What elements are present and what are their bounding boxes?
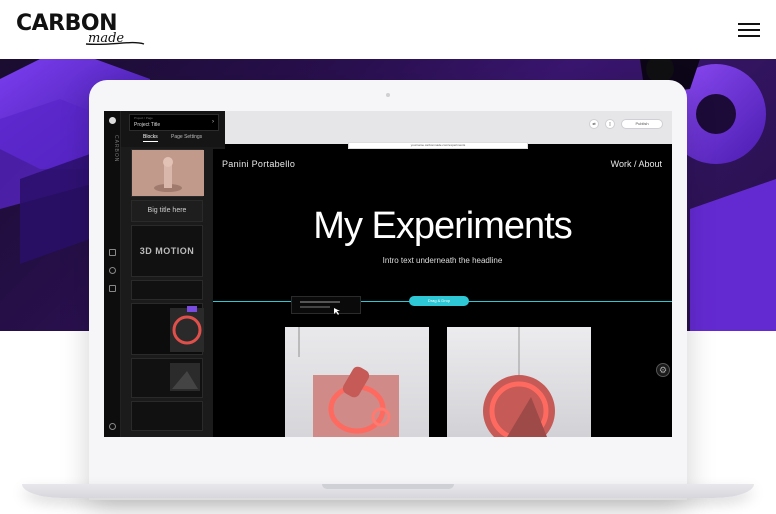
- page-title: My Experiments: [313, 205, 572, 247]
- sculpture-thumb-2: [170, 306, 204, 352]
- drag-ghost-block[interactable]: [291, 296, 361, 315]
- sculpture-image-2: [483, 327, 555, 437]
- block-thumb-title[interactable]: Big title here: [131, 200, 203, 222]
- editor-panel: Project / Page Project Title › Blocks Pa…: [121, 111, 225, 437]
- page-icon[interactable]: [109, 249, 116, 256]
- drop-here-button[interactable]: Drag & Drop: [409, 296, 469, 306]
- user-avatar-icon[interactable]: [109, 117, 116, 124]
- project-image-1[interactable]: [285, 327, 429, 437]
- hamburger-icon[interactable]: [738, 22, 760, 38]
- layers-icon[interactable]: [109, 285, 116, 292]
- settings-icon[interactable]: [109, 267, 116, 274]
- sculpture-image-1: [298, 327, 399, 437]
- block-thumb-footer[interactable]: [131, 401, 203, 431]
- block-thumb-dark[interactable]: [131, 358, 203, 398]
- block-thumb-text[interactable]: [131, 280, 203, 300]
- project-image-2[interactable]: [447, 327, 591, 437]
- drag-ghost-content: [300, 301, 340, 315]
- rail-brand-text: CARBON: [113, 135, 119, 163]
- block-title-label: Big title here: [147, 207, 187, 214]
- tab-blocks[interactable]: Blocks: [143, 134, 158, 142]
- chevron-right-icon: ›: [212, 119, 214, 125]
- project-caption: Project / Page: [134, 116, 153, 120]
- logo-script: made: [88, 31, 125, 46]
- carbonmade-logo[interactable]: CARBON made: [16, 12, 146, 46]
- help-icon[interactable]: [109, 423, 116, 430]
- undo-icon[interactable]: ⇄: [589, 119, 599, 129]
- tab-page-settings[interactable]: Page Settings: [171, 134, 202, 140]
- editor-topbar: ⇄ ▯ Publish: [225, 111, 672, 144]
- site-name[interactable]: Panini Portabello: [222, 159, 295, 169]
- camera-icon: [386, 93, 390, 97]
- site-header: CARBON made: [0, 0, 776, 59]
- laptop-notch: [322, 484, 454, 489]
- editor-icon-rail: CARBON: [104, 111, 121, 437]
- block-thumb-motion[interactable]: 3D MOTION: [131, 225, 203, 277]
- site-nav[interactable]: Work / About: [611, 159, 662, 169]
- project-selector[interactable]: Project / Page Project Title ›: [129, 114, 219, 131]
- project-title: Project Title: [134, 122, 161, 128]
- block-thumb-image[interactable]: [131, 303, 204, 355]
- intro-text: Intro text underneath the headline: [382, 256, 503, 265]
- settings-gear-icon[interactable]: ⚙: [656, 363, 670, 377]
- device-icon[interactable]: ▯: [605, 119, 615, 129]
- dark-thumb: [170, 363, 200, 391]
- site-preview: Panini Portabello Work / About My Experi…: [213, 149, 672, 437]
- block-motion-label: 3D MOTION: [139, 246, 195, 256]
- publish-button[interactable]: Publish: [621, 119, 663, 129]
- sculpture-thumb: [132, 150, 204, 196]
- url-bar[interactable]: yourname.carbonmade.com/experiments: [348, 142, 528, 149]
- block-thumb-hero[interactable]: [131, 149, 204, 197]
- laptop-screen: CARBON Project / Page Project Title › Bl…: [104, 111, 672, 437]
- logo-swoosh-icon: [85, 41, 145, 46]
